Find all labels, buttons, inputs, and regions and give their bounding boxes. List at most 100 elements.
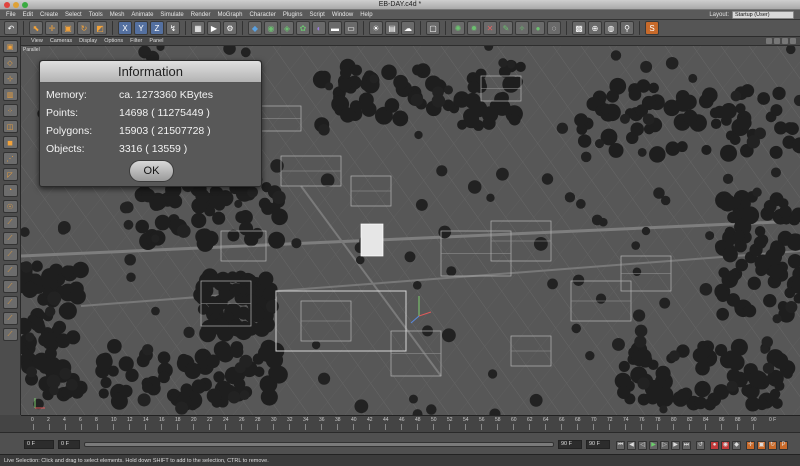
- workplane-icon[interactable]: ◍: [604, 21, 618, 35]
- pan-icon[interactable]: [766, 38, 772, 44]
- mograph-effector-icon[interactable]: ✹: [467, 21, 481, 35]
- menu-edit[interactable]: Edit: [23, 10, 33, 20]
- start-frame-field[interactable]: 0 F: [24, 440, 54, 449]
- paint-icon[interactable]: ⟋: [2, 296, 18, 309]
- record-icon[interactable]: ●: [710, 441, 719, 450]
- scale-key-icon[interactable]: ▣: [757, 441, 766, 450]
- tweak-mode-icon[interactable]: ☉: [2, 200, 18, 213]
- menu-select[interactable]: Select: [65, 10, 82, 20]
- z-axis-lock-icon[interactable]: Z: [150, 21, 164, 35]
- menu-simulate[interactable]: Simulate: [160, 10, 183, 20]
- viewport-menu-display[interactable]: Display: [79, 38, 97, 44]
- prev-key-icon[interactable]: ◀: [627, 441, 636, 450]
- viewport-menu-cameras[interactable]: Cameras: [50, 38, 72, 44]
- texture-mode-icon[interactable]: ▥: [2, 88, 18, 101]
- mograph-tracer-icon[interactable]: ✎: [499, 21, 513, 35]
- menu-script[interactable]: Script: [310, 10, 325, 20]
- scale-icon[interactable]: ▣: [61, 21, 75, 35]
- model-icon[interactable]: ◇: [2, 56, 18, 69]
- soft-selection-icon[interactable]: ◔: [2, 184, 18, 197]
- viewport-menu-panel[interactable]: Panel: [149, 38, 163, 44]
- goto-start-icon[interactable]: ⏮: [616, 441, 625, 450]
- goto-end-icon[interactable]: ⏭: [682, 441, 691, 450]
- live-selection-icon[interactable]: ⬉: [29, 21, 43, 35]
- menu-character[interactable]: Character: [249, 10, 275, 20]
- menu-tools[interactable]: Tools: [89, 10, 103, 20]
- sculpt-icon[interactable]: ⟋: [2, 312, 18, 325]
- layout-select[interactable]: Startup (User): [732, 11, 794, 19]
- texture-icon[interactable]: ▩: [572, 21, 586, 35]
- rotate-icon[interactable]: ↻: [77, 21, 91, 35]
- quantize-icon[interactable]: ⚲: [620, 21, 634, 35]
- menu-create[interactable]: Create: [40, 10, 58, 20]
- menu-plugins[interactable]: Plugins: [283, 10, 303, 20]
- viewport-menu-view[interactable]: View: [31, 38, 43, 44]
- viewport-menu-filter[interactable]: Filter: [130, 38, 142, 44]
- menu-render[interactable]: Render: [191, 10, 211, 20]
- frame-range-slider[interactable]: [84, 442, 554, 447]
- coordinate-system-icon[interactable]: ↯: [166, 21, 180, 35]
- current-frame-field[interactable]: 0 F: [58, 440, 80, 449]
- mograph-cloner-icon[interactable]: ✺: [451, 21, 465, 35]
- menu-mograph[interactable]: MoGraph: [217, 10, 242, 20]
- menu-animate[interactable]: Animate: [131, 10, 153, 20]
- axis-mode-icon[interactable]: ⟋: [2, 264, 18, 277]
- keyframe-selection-icon[interactable]: ◆: [732, 441, 741, 450]
- prev-frame-icon[interactable]: ◁: [638, 441, 647, 450]
- light-icon[interactable]: ☀: [369, 21, 383, 35]
- deformer-icon[interactable]: ◐: [312, 21, 326, 35]
- loop-icon[interactable]: ↺: [696, 441, 705, 450]
- make-editable-icon[interactable]: ▣: [2, 40, 18, 53]
- render-settings-icon[interactable]: ⚙: [223, 21, 237, 35]
- render-view-icon[interactable]: ▦: [191, 21, 205, 35]
- position-key-icon[interactable]: ✛: [746, 441, 755, 450]
- menu-mesh[interactable]: Mesh: [110, 10, 125, 20]
- solo-icon[interactable]: ⟋: [2, 216, 18, 229]
- menu-window[interactable]: Window: [332, 10, 353, 20]
- lock-workplane-icon[interactable]: ⟋: [2, 280, 18, 293]
- ok-button[interactable]: OK: [129, 160, 174, 182]
- recent-tool-icon[interactable]: ◩: [93, 21, 107, 35]
- next-frame-icon[interactable]: ▷: [660, 441, 669, 450]
- edges-mode-icon[interactable]: ◫: [2, 120, 18, 133]
- render-picture-viewer-icon[interactable]: ▶: [207, 21, 221, 35]
- parameter-key-icon[interactable]: P: [779, 441, 788, 450]
- move-icon[interactable]: ✛: [45, 21, 59, 35]
- model-mode-icon[interactable]: ▢: [426, 21, 440, 35]
- y-axis-lock-icon[interactable]: Y: [134, 21, 148, 35]
- array-icon[interactable]: ◈: [280, 21, 294, 35]
- camera-icon[interactable]: ▭: [344, 21, 358, 35]
- mograph-text-icon[interactable]: ●: [531, 21, 545, 35]
- menu-help[interactable]: Help: [360, 10, 372, 20]
- workplane-mode-icon[interactable]: ⟋: [2, 232, 18, 245]
- mograph-fracture-icon[interactable]: ✕: [483, 21, 497, 35]
- timeline-ruler[interactable]: 0 2 4 6 8 10 12 14 16 18 20 22 24 26 28 30 32 34 36 38 40 42 4…: [21, 415, 800, 432]
- uv-polygons-icon[interactable]: ◸: [2, 168, 18, 181]
- undo-icon[interactable]: ↶: [4, 21, 18, 35]
- scene-icon[interactable]: ▬: [328, 21, 342, 35]
- snap-icon[interactable]: ⊕: [588, 21, 602, 35]
- brush-icon[interactable]: ⟋: [2, 328, 18, 341]
- uv-points-icon[interactable]: ⋰: [2, 152, 18, 165]
- floor-icon[interactable]: ▤: [385, 21, 399, 35]
- points-mode-icon[interactable]: ⁘: [2, 104, 18, 117]
- zoom-icon[interactable]: [774, 38, 780, 44]
- snap-mode-icon[interactable]: ⟋: [2, 248, 18, 261]
- rotation-key-icon[interactable]: ↻: [768, 441, 777, 450]
- x-axis-lock-icon[interactable]: X: [118, 21, 132, 35]
- script-icon[interactable]: S: [645, 21, 659, 35]
- end-frame-field[interactable]: 90 F: [558, 440, 582, 449]
- orbit-icon[interactable]: [782, 38, 788, 44]
- next-key-icon[interactable]: ▶: [671, 441, 680, 450]
- nurbs-icon[interactable]: ✿: [296, 21, 310, 35]
- autokey-icon[interactable]: ◉: [721, 441, 730, 450]
- sky-icon[interactable]: ☁: [401, 21, 415, 35]
- cube-primitive-icon[interactable]: ◆: [248, 21, 262, 35]
- max-frame-field[interactable]: 90 F: [586, 440, 610, 449]
- subdivision-surface-icon[interactable]: ◉: [264, 21, 278, 35]
- menu-file[interactable]: File: [6, 10, 16, 20]
- maximize-view-icon[interactable]: [790, 38, 796, 44]
- hair-icon[interactable]: ◌: [547, 21, 561, 35]
- mograph-matrix-icon[interactable]: ✧: [515, 21, 529, 35]
- polygons-mode-icon[interactable]: ◼: [2, 136, 18, 149]
